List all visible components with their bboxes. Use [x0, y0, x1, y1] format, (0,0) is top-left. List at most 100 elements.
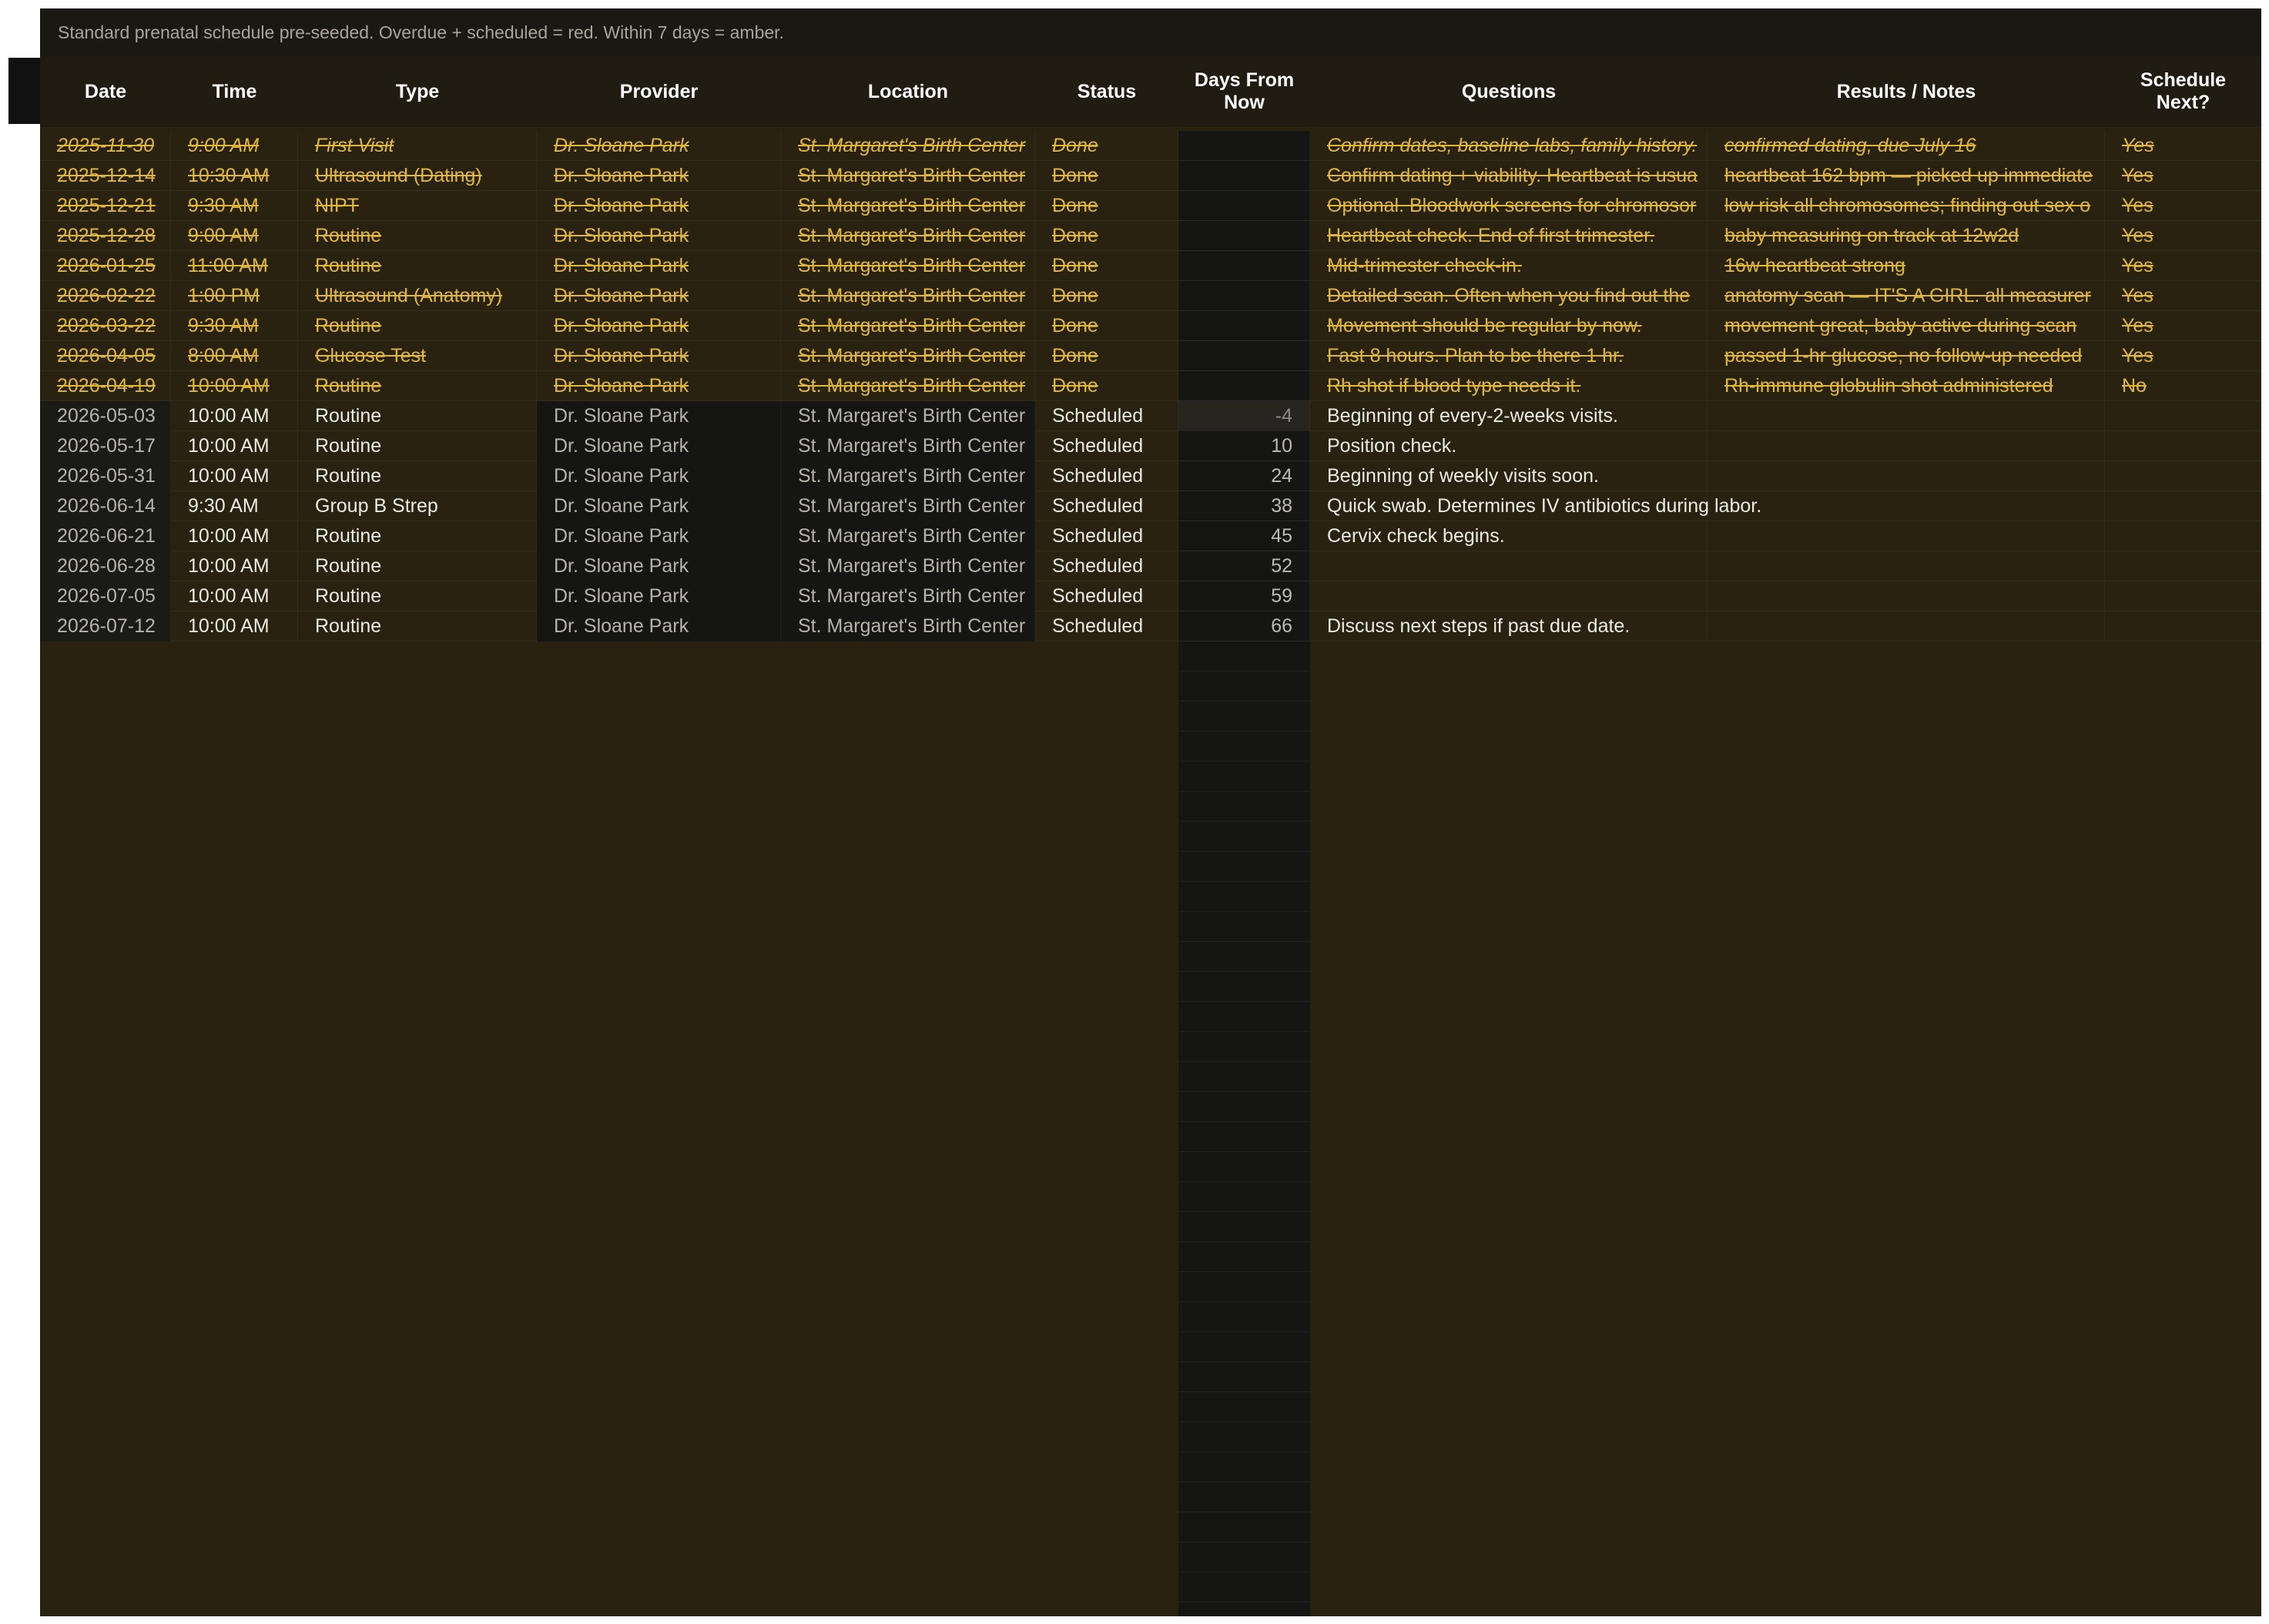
cell-time[interactable]: 1:00 PM: [171, 281, 298, 311]
column-header-time[interactable]: Time: [171, 56, 298, 127]
cell-time[interactable]: 9:30 AM: [171, 191, 298, 221]
cell-results[interactable]: 16w heartbeat strong: [1708, 251, 2105, 281]
cell-days[interactable]: 59: [1178, 581, 1310, 611]
cell-results[interactable]: confirmed dating, due July 16: [1708, 131, 2105, 161]
cell-provider[interactable]: Dr. Sloane Park: [537, 131, 781, 161]
cell-next[interactable]: Yes: [2105, 281, 2261, 311]
cell-type[interactable]: Routine: [298, 221, 537, 251]
cell-provider[interactable]: Dr. Sloane Park: [537, 521, 781, 551]
cell-date[interactable]: 2026-07-12: [40, 611, 171, 641]
cell-status[interactable]: Scheduled: [1035, 461, 1178, 491]
cell-status[interactable]: Done: [1035, 161, 1178, 191]
cell-questions[interactable]: [1310, 551, 1708, 581]
column-header-date[interactable]: Date: [40, 56, 171, 127]
cell-status[interactable]: Scheduled: [1035, 551, 1178, 581]
column-header-location[interactable]: Location: [781, 56, 1035, 127]
cell-next[interactable]: Yes: [2105, 161, 2261, 191]
cell-provider[interactable]: Dr. Sloane Park: [537, 371, 781, 401]
cell-status[interactable]: Done: [1035, 311, 1178, 341]
column-header-provider[interactable]: Provider: [537, 56, 781, 127]
column-header-next[interactable]: Schedule Next?: [2105, 56, 2261, 127]
cell-type[interactable]: Routine: [298, 551, 537, 581]
cell-provider[interactable]: Dr. Sloane Park: [537, 221, 781, 251]
cell-next[interactable]: Yes: [2105, 191, 2261, 221]
cell-days[interactable]: [1178, 161, 1310, 191]
cell-date[interactable]: 2025-12-28: [40, 221, 171, 251]
cell-next[interactable]: Yes: [2105, 251, 2261, 281]
cell-location[interactable]: St. Margaret's Birth Center: [781, 311, 1035, 341]
cell-time[interactable]: 9:00 AM: [171, 221, 298, 251]
cell-location[interactable]: St. Margaret's Birth Center: [781, 221, 1035, 251]
cell-days[interactable]: [1178, 281, 1310, 311]
cell-type[interactable]: Glucose Test: [298, 341, 537, 371]
cell-time[interactable]: 9:30 AM: [171, 491, 298, 521]
cell-provider[interactable]: Dr. Sloane Park: [537, 431, 781, 461]
cell-status[interactable]: Scheduled: [1035, 521, 1178, 551]
cell-next[interactable]: [2105, 491, 2261, 521]
cell-days[interactable]: [1178, 311, 1310, 341]
cell-next[interactable]: Yes: [2105, 341, 2261, 371]
cell-days[interactable]: 10: [1178, 431, 1310, 461]
cell-location[interactable]: St. Margaret's Birth Center: [781, 611, 1035, 641]
cell-type[interactable]: Routine: [298, 461, 537, 491]
cell-location[interactable]: St. Margaret's Birth Center: [781, 401, 1035, 431]
cell-type[interactable]: Routine: [298, 581, 537, 611]
cell-status[interactable]: Done: [1035, 371, 1178, 401]
cell-location[interactable]: St. Margaret's Birth Center: [781, 581, 1035, 611]
cell-questions[interactable]: Position check.: [1310, 431, 1708, 461]
cell-provider[interactable]: Dr. Sloane Park: [537, 251, 781, 281]
column-header-results[interactable]: Results / Notes: [1708, 56, 2105, 127]
cell-type[interactable]: Routine: [298, 311, 537, 341]
cell-results[interactable]: [1708, 551, 2105, 581]
cell-location[interactable]: St. Margaret's Birth Center: [781, 461, 1035, 491]
cell-provider[interactable]: Dr. Sloane Park: [537, 341, 781, 371]
column-header-type[interactable]: Type: [298, 56, 537, 127]
cell-next[interactable]: [2105, 461, 2261, 491]
cell-time[interactable]: 11:00 AM: [171, 251, 298, 281]
cell-location[interactable]: St. Margaret's Birth Center: [781, 431, 1035, 461]
cell-date[interactable]: 2026-07-05: [40, 581, 171, 611]
cell-location[interactable]: St. Margaret's Birth Center: [781, 281, 1035, 311]
cell-status[interactable]: Done: [1035, 251, 1178, 281]
cell-location[interactable]: St. Margaret's Birth Center: [781, 341, 1035, 371]
cell-location[interactable]: St. Margaret's Birth Center: [781, 551, 1035, 581]
cell-date[interactable]: 2026-06-28: [40, 551, 171, 581]
cell-results[interactable]: [1708, 461, 2105, 491]
cell-results[interactable]: [1708, 491, 2105, 521]
cell-days[interactable]: [1178, 131, 1310, 161]
cell-next[interactable]: No: [2105, 371, 2261, 401]
cell-date[interactable]: 2026-06-14: [40, 491, 171, 521]
cell-questions[interactable]: Rh shot if blood type needs it.: [1310, 371, 1708, 401]
cell-status[interactable]: Done: [1035, 191, 1178, 221]
cell-next[interactable]: [2105, 551, 2261, 581]
cell-provider[interactable]: Dr. Sloane Park: [537, 581, 781, 611]
cell-time[interactable]: 10:30 AM: [171, 161, 298, 191]
cell-time[interactable]: 10:00 AM: [171, 551, 298, 581]
cell-date[interactable]: 2026-05-17: [40, 431, 171, 461]
cell-date[interactable]: 2026-05-03: [40, 401, 171, 431]
cell-provider[interactable]: Dr. Sloane Park: [537, 191, 781, 221]
cell-provider[interactable]: Dr. Sloane Park: [537, 401, 781, 431]
column-header-questions[interactable]: Questions: [1310, 56, 1708, 127]
cell-type[interactable]: Ultrasound (Dating): [298, 161, 537, 191]
cell-type[interactable]: Routine: [298, 401, 537, 431]
cell-date[interactable]: 2026-04-05: [40, 341, 171, 371]
cell-location[interactable]: St. Margaret's Birth Center: [781, 371, 1035, 401]
cell-location[interactable]: St. Margaret's Birth Center: [781, 251, 1035, 281]
cell-days[interactable]: 45: [1178, 521, 1310, 551]
cell-date[interactable]: 2026-06-21: [40, 521, 171, 551]
cell-results[interactable]: [1708, 521, 2105, 551]
cell-date[interactable]: 2025-11-30: [40, 131, 171, 161]
cell-results[interactable]: baby measuring on track at 12w2d: [1708, 221, 2105, 251]
cell-provider[interactable]: Dr. Sloane Park: [537, 281, 781, 311]
cell-questions[interactable]: Confirm dating + viability. Heartbeat is…: [1310, 161, 1708, 191]
cell-time[interactable]: 10:00 AM: [171, 431, 298, 461]
cell-time[interactable]: 8:00 AM: [171, 341, 298, 371]
cell-next[interactable]: [2105, 431, 2261, 461]
cell-date[interactable]: 2025-12-21: [40, 191, 171, 221]
cell-type[interactable]: Routine: [298, 611, 537, 641]
cell-time[interactable]: 10:00 AM: [171, 461, 298, 491]
cell-time[interactable]: 9:00 AM: [171, 131, 298, 161]
cell-status[interactable]: Done: [1035, 131, 1178, 161]
cell-status[interactable]: Scheduled: [1035, 401, 1178, 431]
